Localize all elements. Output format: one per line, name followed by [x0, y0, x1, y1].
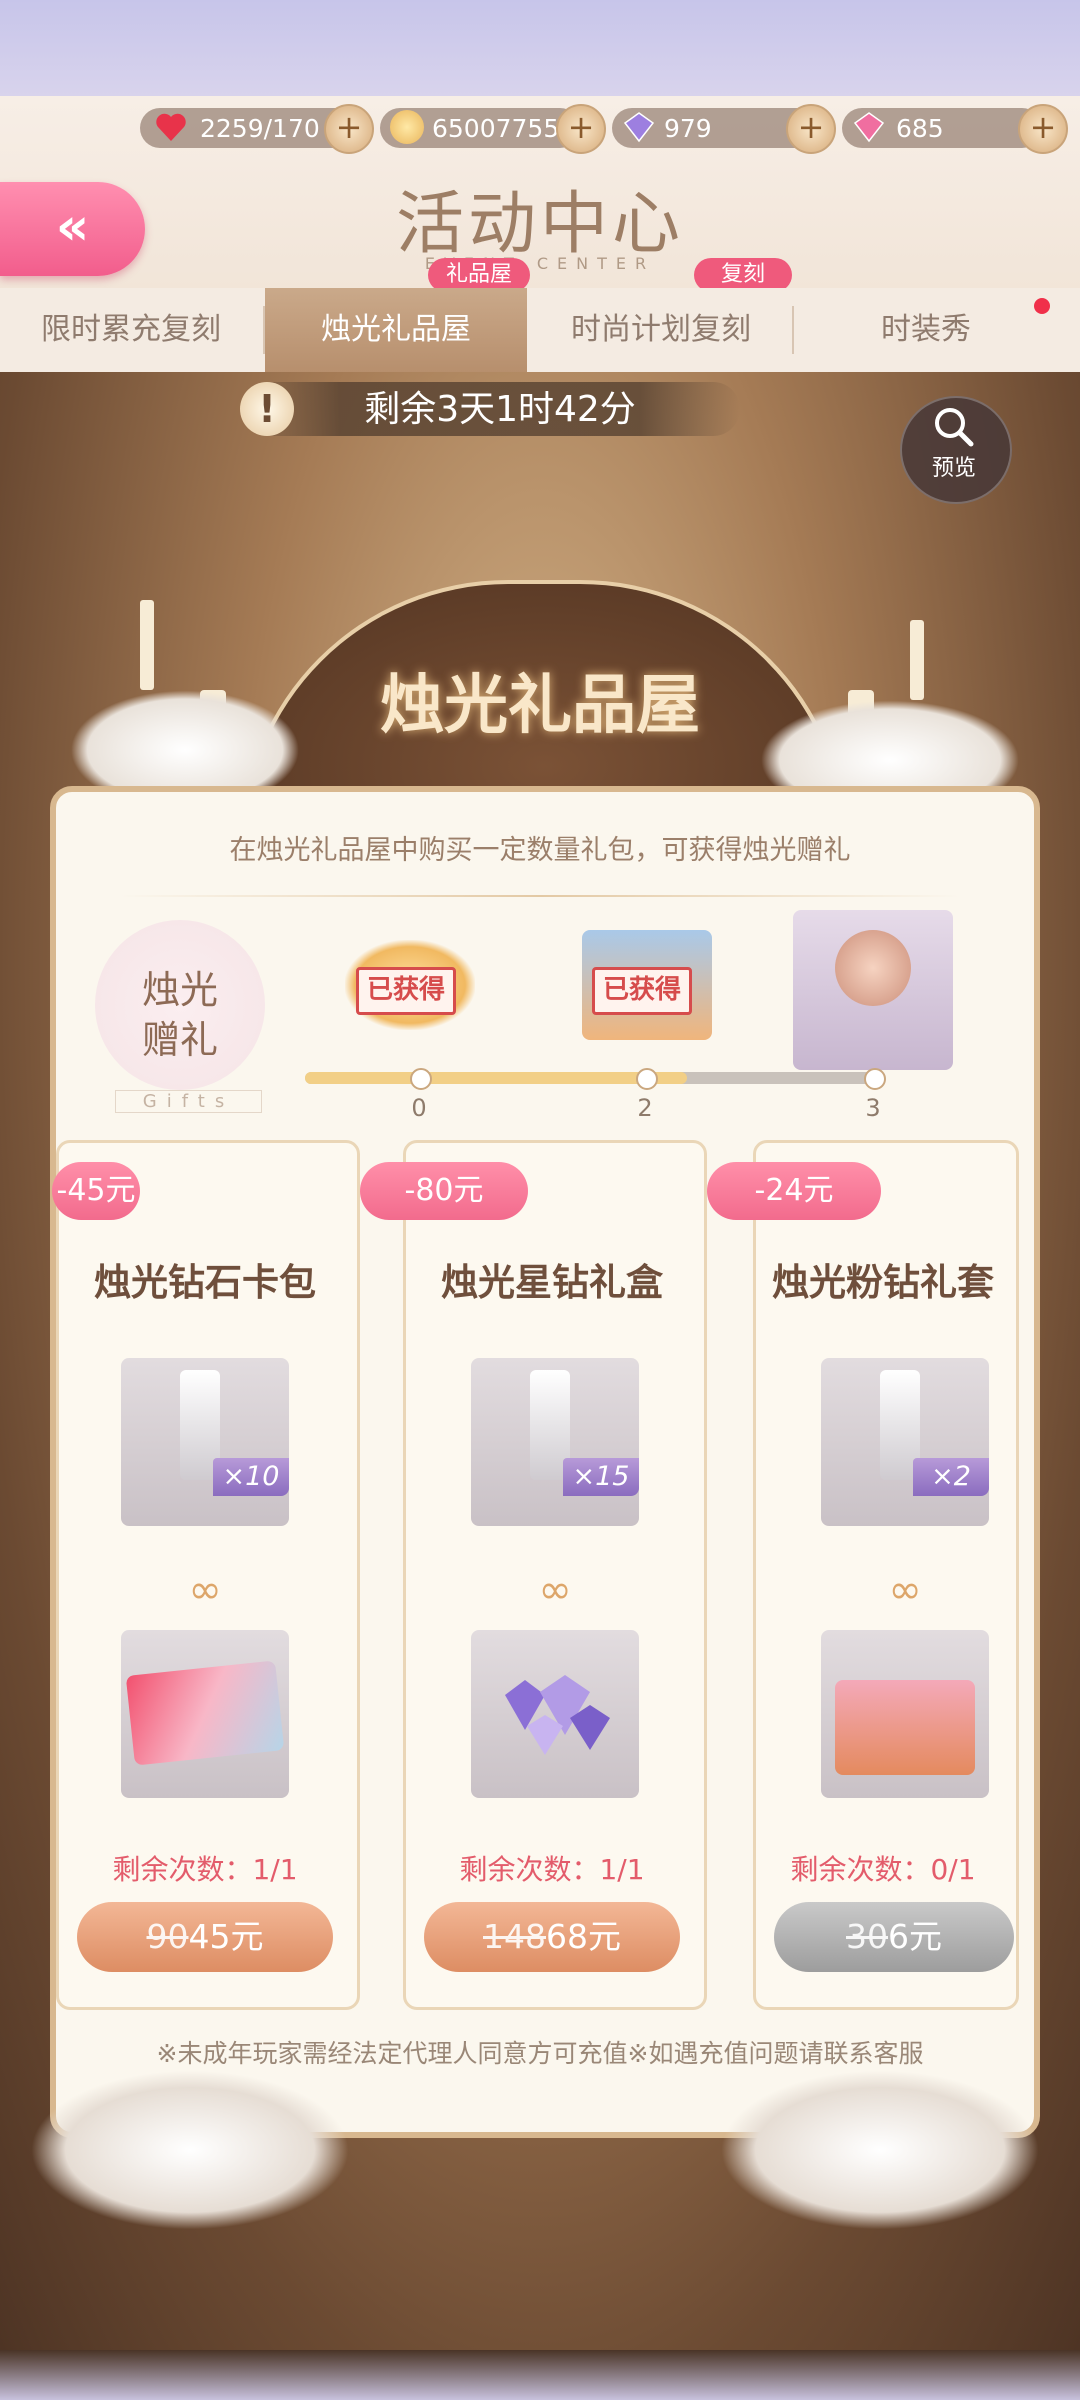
buy-button-disabled[interactable]: 306元: [774, 1902, 1014, 1972]
sale-price: 68元: [546, 1917, 621, 1956]
original-price: 30: [846, 1917, 888, 1956]
tab-fashion-show[interactable]: 时装秀: [795, 288, 1057, 372]
heart-icon: [156, 113, 186, 141]
coin-icon: [390, 110, 424, 144]
pink-diamond-icon: [853, 112, 885, 143]
tab-divider: [792, 306, 794, 354]
notification-dot: [1034, 298, 1050, 314]
countdown-text: 剩余3天1时42分: [364, 389, 636, 430]
link-icon: ∞: [188, 1567, 222, 1613]
remaining-count: 剩余次数：1/1: [459, 1853, 645, 1886]
gift-title-line1: 烛光: [141, 968, 218, 1012]
link-icon: ∞: [538, 1567, 572, 1613]
tab-fashion-plan-rerun[interactable]: 时尚计划复刻: [530, 288, 792, 372]
bottom-strip: [0, 2350, 1080, 2400]
original-price: 90: [146, 1917, 189, 1956]
tab-badge-gift-house: 礼品屋: [428, 258, 530, 292]
progress-fill: [305, 1072, 687, 1084]
lily-decoration: [30, 2070, 350, 2230]
stamina-value: 2259/170: [200, 114, 320, 143]
add-coin-button[interactable]: +: [556, 104, 606, 154]
obtained-stamp: 已获得: [592, 967, 693, 1015]
gift-sub: Gifts: [115, 1090, 262, 1113]
threshold-label: 0: [411, 1094, 427, 1122]
remaining-count: 剩余次数：1/1: [112, 1853, 298, 1886]
add-purple-diamond-button[interactable]: +: [786, 104, 836, 154]
link-icon: ∞: [888, 1567, 922, 1613]
pack-title: 烛光粉钻礼套: [772, 1260, 994, 1304]
add-pink-diamond-button[interactable]: +: [1018, 104, 1068, 154]
buy-button[interactable]: 9045元: [77, 1902, 333, 1972]
original-price: 148: [483, 1917, 546, 1956]
tab-badge-rerun: 复刻: [694, 258, 792, 292]
preview-label: 预览: [931, 456, 976, 481]
discount-tag: -80元: [360, 1162, 528, 1220]
remaining-count: 剩余次数：0/1: [790, 1853, 976, 1886]
candle-decoration: [140, 600, 154, 690]
back-button[interactable]: «: [0, 182, 145, 276]
coin-value: 65007755: [432, 114, 560, 143]
buy-button[interactable]: 14868元: [424, 1902, 680, 1972]
ambient-sky: [0, 0, 1080, 96]
pink-diamond-value: 685: [896, 114, 944, 143]
panel-description: 在烛光礼品屋中购买一定数量礼包，可获得烛光赠礼: [229, 835, 851, 866]
gift-title: 烛光 赠礼: [95, 965, 265, 1065]
progress-node: [636, 1068, 658, 1090]
threshold-label: 3: [865, 1094, 881, 1122]
item-quantity: ×10: [213, 1458, 289, 1496]
divider: [120, 895, 960, 897]
tab-candlelight-gift-house[interactable]: 烛光礼品屋: [265, 288, 527, 372]
back-arrow-icon: «: [55, 197, 90, 257]
item-quantity: ×2: [913, 1458, 989, 1496]
pack-title: 烛光钻石卡包: [94, 1260, 316, 1304]
gift-box-icon: [835, 1680, 975, 1775]
recharge-notice: ※未成年玩家需经法定代理人同意方可充值※如遇充值问题请联系客服: [156, 2039, 924, 2068]
event-title: 烛光礼品屋: [380, 668, 700, 743]
sale-price: 6元: [888, 1917, 942, 1956]
add-stamina-button[interactable]: +: [324, 104, 374, 154]
item-quantity: ×15: [563, 1458, 639, 1496]
page-title: 活动中心: [395, 185, 684, 264]
purple-diamond-value: 979: [664, 114, 712, 143]
tab-recharge-rerun[interactable]: 限时累充复刻: [0, 288, 262, 372]
threshold-label: 2: [637, 1094, 653, 1122]
progress-node: [864, 1068, 886, 1090]
info-icon[interactable]: !: [240, 382, 294, 436]
lily-decoration: [720, 2070, 1040, 2230]
character-avatar: [835, 930, 911, 1006]
discount-tag: -45元: [52, 1162, 140, 1220]
candle-decoration: [910, 620, 924, 700]
progress-node: [410, 1068, 432, 1090]
diamonds-icon: [505, 1675, 610, 1755]
purple-diamond-icon: [623, 112, 655, 143]
gift-title-line2: 赠礼: [141, 1018, 218, 1062]
sale-price: 45元: [188, 1917, 264, 1956]
obtained-stamp: 已获得: [356, 967, 457, 1015]
discount-tag: -24元: [707, 1162, 881, 1220]
magnifier-icon: [935, 408, 974, 447]
diamond-card-icon: [125, 1660, 285, 1766]
pack-title: 烛光星钻礼盒: [441, 1260, 663, 1304]
